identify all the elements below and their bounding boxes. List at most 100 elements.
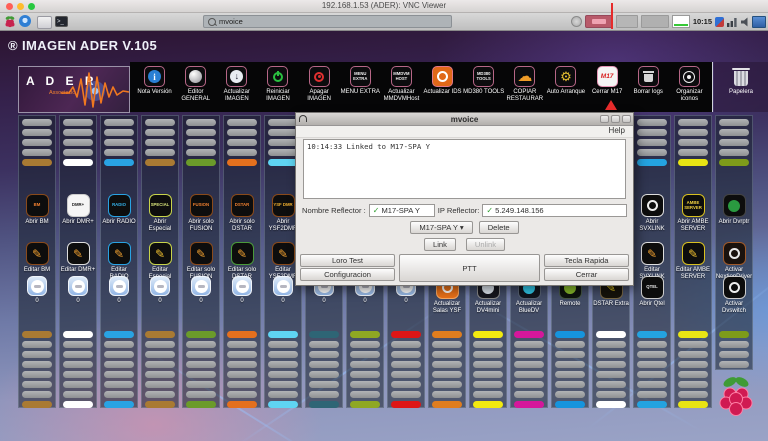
eject-icon[interactable] [570,16,582,27]
cpu-monitor[interactable] [671,15,690,28]
counter-icon[interactable] [109,276,129,296]
menu-extra-item[interactable]: MENU EXTRA MENU EXTRA [340,66,381,112]
unlink-button[interactable]: Unlink [465,238,506,251]
configuracion-button[interactable]: Configuracion [300,268,395,281]
counter-icon[interactable] [68,276,88,296]
maximize-icon[interactable] [611,115,620,123]
copiar-restaurar-item[interactable]: ☁ COPIAR RESTAURAR [504,66,545,112]
cerrar-button[interactable]: Cerrar [544,268,629,281]
dialog-titlebar[interactable]: mvoice [296,113,633,126]
loro-test-button[interactable]: Loro Test [300,254,395,267]
reflector-dropdown[interactable]: M17-SPA Y ▾ [410,221,473,234]
annotation-arrow-icon [605,100,617,110]
organizar-iconos-item[interactable]: Organizar iconos [669,66,710,112]
bottom-bars [22,331,52,411]
activar-dvswitch-icon[interactable] [722,276,746,299]
counter-icon[interactable] [27,276,47,296]
activar-nextiondriver-icon[interactable] [722,242,746,265]
editar-ambe-server-icon[interactable]: ✎ [681,242,705,265]
gray-bar [678,351,708,358]
abrir-svxlink-icon[interactable] [640,194,664,217]
color-bar [719,331,749,338]
abrir-ysf2dmr-icon[interactable]: YSF DMR [271,194,295,217]
raspberry-menu-icon[interactable] [4,15,16,28]
counter-icon[interactable] [191,276,211,296]
abrir-solo-fusion-icon[interactable]: FUSION [189,194,213,217]
color-bar [227,159,257,166]
close-icon[interactable] [622,115,631,123]
md380-tools-item[interactable]: MD380 TOOLS MD380 TOOLS [463,66,504,112]
auto-arranque-item[interactable]: ⚙ Auto Arranque [545,66,586,112]
abrir-radio-icon[interactable]: RADIO [107,194,131,217]
gray-bar [309,391,339,398]
help-menu[interactable]: Help [609,126,625,135]
actualizar-salas-ysf-label: Actualizar Salas YSF [432,301,462,314]
nota-versi-n-icon: i [144,66,166,87]
mixer-column-4: SPECIALAbrir Especial✎Editar Especial0 [141,115,179,408]
color-bar [145,159,175,166]
minimize-icon[interactable] [600,115,609,123]
editar-svxlink-icon[interactable]: ✎ [640,242,664,265]
ptt-button[interactable]: PTT [399,254,540,282]
editar-ysf2dmr-icon[interactable]: ✎ [271,242,295,265]
browser-icon[interactable] [19,15,31,27]
gray-bar [186,361,216,368]
abrir-dmr-label: Abrir DMR+ [62,219,94,225]
papelera-item[interactable]: Papelera [714,62,768,112]
gray-bar [637,139,667,146]
counter-value: 0 [158,298,162,304]
status-button-red[interactable] [584,15,613,28]
abrir-dmr: DMR+ Abrir DMR+ [60,194,96,226]
gray-bar [596,391,626,398]
mac-titlebar: 192.168.1.53 (ADER): VNC Viewer [0,0,768,13]
abrir-dvrptr-icon[interactable] [722,194,746,217]
borrar-logs-item[interactable]: Borrar logs [628,66,669,112]
editar-radio-icon[interactable]: ✎ [107,242,131,265]
abrir-ambe-server-icon[interactable]: AMBE SERVER [681,194,705,217]
link-button[interactable]: Link [423,238,456,251]
bluetooth-icon[interactable] [715,16,724,27]
editar-especial-icon[interactable]: ✎ [148,242,172,265]
abrir-especial-label: Abrir Especial [148,219,172,232]
color-bar [22,331,52,338]
copiar-restaurar-label: COPIAR RESTAURAR [506,89,544,102]
nombre-reflector-input[interactable]: ✓ M17-SPA Y [368,204,435,217]
reiniciar-imagen-item[interactable]: Reiniciar IMAGEN [257,66,298,112]
color-bar [719,159,749,166]
gray-bar [22,391,52,398]
md380-tools-label: MD380 TOOLS [463,89,505,95]
actualizar-imagen-item[interactable]: ↓ Actualizar IMAGEN [216,66,257,112]
actualizar-ids-item[interactable]: Actualizar IDS [422,66,463,112]
signal-bars-icon[interactable] [727,17,738,27]
file-manager-icon[interactable] [37,16,52,29]
editor-general-item[interactable]: Editor GENERAL [175,66,216,112]
gray-bar [391,391,421,398]
abrir-qtel-icon[interactable]: QTEL [640,276,664,299]
terminal-icon[interactable]: >_ [55,16,68,27]
log-area[interactable]: 10:14:33 Linked to M17-SPA Y [303,139,626,199]
abrir-bm-icon[interactable]: BM [25,194,49,217]
color-bar [350,401,380,408]
gray-bar [268,361,298,368]
taskbar-window-button[interactable]: mvoice [203,15,452,28]
volume-icon[interactable] [741,17,749,27]
vnc-network-icon[interactable] [752,15,766,28]
tecla-rapida-button[interactable]: Tecla Rapida [544,254,629,267]
abrir-dmr-icon[interactable]: DMR+ [66,194,90,217]
editar-bm-icon[interactable]: ✎ [25,242,49,265]
counter-icon[interactable] [150,276,170,296]
apagar-imagen-item[interactable]: Apagar IMAGEN [299,66,340,112]
nombre-reflector-value: M17-SPA Y [381,206,420,215]
editar-dmr-icon[interactable]: ✎ [66,242,90,265]
ip-reflector-input[interactable]: ✓ 5.249.148.156 [482,204,627,217]
counter-icon[interactable] [273,276,293,296]
abrir-solo-dstar-icon[interactable]: DSTAR [230,194,254,217]
delete-button[interactable]: Delete [478,221,519,234]
editar-solo-fusion-icon[interactable]: ✎ [189,242,213,265]
editar-solo-dstar-icon[interactable]: ✎ [230,242,254,265]
actualizar-mmdvmhost-item[interactable]: MMDVM HOST Actualizar MMDVMHost [381,66,422,112]
color-bar [104,401,134,408]
nota-versi-n-item[interactable]: i Nota Versión [134,66,175,112]
abrir-especial-icon[interactable]: SPECIAL [148,194,172,217]
counter-icon[interactable] [232,276,252,296]
